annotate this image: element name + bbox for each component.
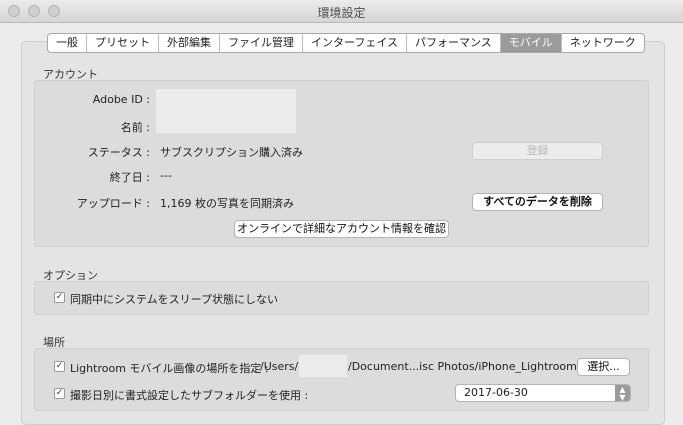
tab-general[interactable]: 一般 [48, 34, 87, 52]
path-prefix: /Users/ [260, 360, 299, 373]
name-label: 名前 : [120, 121, 150, 134]
subfolder-format-value: 2017-06-30 [464, 386, 528, 399]
tab-interface[interactable]: インターフェイス [303, 34, 408, 52]
end-date-value: --- [160, 169, 172, 182]
title-bar: 環境設定 [0, 0, 683, 23]
checkmark-icon: ✓ [55, 292, 64, 302]
checkmark-icon: ✓ [55, 361, 64, 371]
subfolder-checkbox[interactable]: ✓ [54, 388, 65, 399]
adobe-id-label: Adobe ID : [92, 93, 150, 106]
tab-external-editing[interactable]: 外部編集 [159, 34, 220, 52]
path-suffix: /Document...isc Photos/iPhone_Lightroom [348, 360, 577, 373]
choose-location-button[interactable]: 選択... [577, 358, 630, 376]
end-date-label: 終了日 : [109, 171, 150, 184]
tab-presets[interactable]: プリセット [87, 34, 159, 52]
name-value-redacted [156, 111, 296, 133]
specify-location-checkbox[interactable]: ✓ [54, 361, 65, 372]
path-username-redacted [299, 355, 347, 377]
up-down-arrows-icon: ▲ ▼ [615, 385, 630, 402]
adobe-id-value-redacted [156, 89, 296, 111]
upload-label: アップロード : [76, 197, 150, 210]
specify-location-label: Lightroom モバイル画像の場所を指定 : [70, 362, 269, 375]
delete-all-data-button[interactable]: すべてのデータを削除 [472, 193, 603, 211]
window-title: 環境設定 [317, 6, 366, 20]
subfolder-format-select[interactable]: 2017-06-30 ▲ ▼ [455, 384, 631, 402]
tab-network[interactable]: ネットワーク [562, 34, 644, 52]
status-label: ステータス : [87, 146, 150, 159]
subfolder-label: 撮影日別に書式設定したサブフォルダーを使用 : [70, 389, 309, 402]
status-value: サブスクリプション購入済み [160, 146, 303, 159]
tab-bar: 一般 プリセット 外部編集 ファイル管理 インターフェイス パフォーマンス モバ… [47, 33, 645, 53]
tab-performance[interactable]: パフォーマンス [407, 34, 501, 52]
no-sleep-checkbox[interactable]: ✓ [54, 292, 65, 303]
tab-mobile[interactable]: モバイル [500, 34, 562, 52]
no-sleep-label: 同期中にシステムをスリープ状態にしない [70, 293, 279, 306]
online-account-info-button[interactable]: オンラインで詳細なアカウント情報を確認 [234, 220, 449, 238]
upload-value: 1,169 枚の写真を同期済み [160, 197, 294, 210]
register-button: 登録 [472, 142, 603, 160]
checkmark-icon: ✓ [55, 388, 64, 398]
tab-file-handling[interactable]: ファイル管理 [220, 34, 303, 52]
